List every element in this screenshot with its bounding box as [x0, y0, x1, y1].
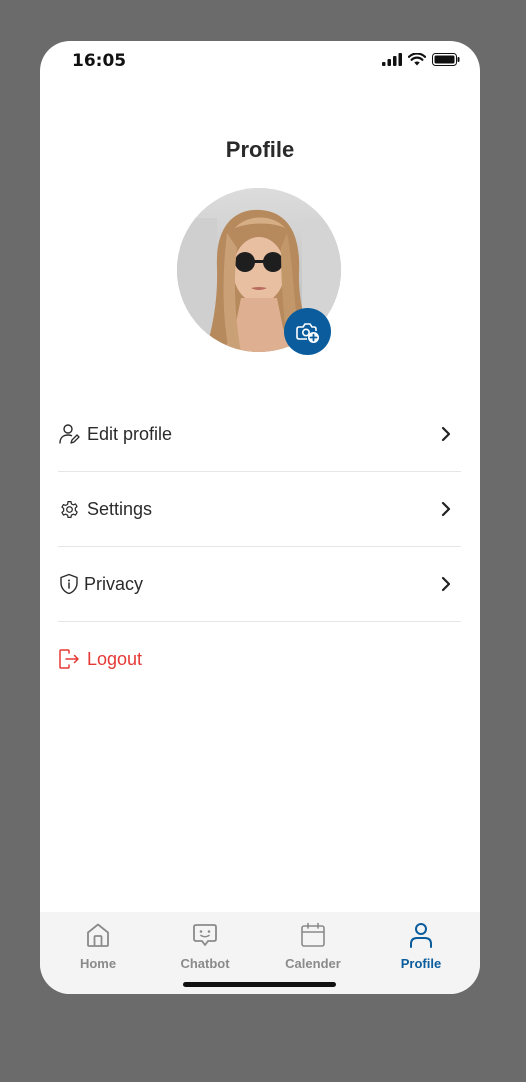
tab-label-chatbot: Chatbot [180, 956, 230, 971]
page-title: Profile [225, 137, 295, 162]
tab-label-profile: Profile [400, 956, 442, 971]
tab-profile[interactable]: Profile [376, 920, 466, 971]
menu-item-settings[interactable]: Settings [58, 472, 461, 547]
tab-label-home: Home [79, 956, 117, 971]
chevron-right-icon [441, 426, 451, 442]
wifi-icon [408, 53, 426, 66]
chevron-right-icon [441, 501, 451, 517]
profile-menu: Edit profile Settings Privacy Logout [58, 397, 461, 696]
home-indicator [183, 982, 336, 987]
battery-icon [432, 53, 460, 66]
menu-label-privacy: Privacy [84, 573, 144, 594]
camera-add-icon [295, 322, 319, 343]
status-icons [382, 53, 460, 66]
shield-info-icon [58, 573, 80, 595]
menu-label-settings: Settings [87, 498, 153, 519]
bottom-tab-bar: Home Chatbot Calender Profile [40, 912, 480, 994]
logout-icon [58, 648, 80, 670]
status-time: 16:05 [72, 51, 127, 71]
change-photo-button[interactable] [284, 308, 331, 355]
status-bar: 16:05 [40, 41, 480, 81]
menu-label-edit-profile: Edit profile [87, 423, 173, 444]
menu-item-edit-profile[interactable]: Edit profile [58, 397, 461, 472]
tab-home[interactable]: Home [53, 920, 143, 971]
gear-icon [58, 498, 80, 520]
phone-screen: 16:05 Profile Edit profile Settings Priv… [40, 41, 480, 994]
chevron-right-icon [441, 576, 451, 592]
user-icon [376, 920, 466, 950]
menu-label-logout: Logout [87, 648, 143, 669]
tab-chatbot[interactable]: Chatbot [160, 920, 250, 971]
edit-user-icon [58, 423, 80, 445]
home-icon [53, 920, 143, 950]
menu-item-logout[interactable]: Logout [58, 622, 461, 696]
signal-icon [382, 53, 402, 66]
menu-item-privacy[interactable]: Privacy [58, 547, 461, 622]
tab-label-calender: Calender [285, 956, 341, 971]
tab-calender[interactable]: Calender [268, 920, 358, 971]
chat-bot-icon [160, 920, 250, 950]
avatar-container [177, 188, 341, 355]
calendar-icon [268, 920, 358, 950]
